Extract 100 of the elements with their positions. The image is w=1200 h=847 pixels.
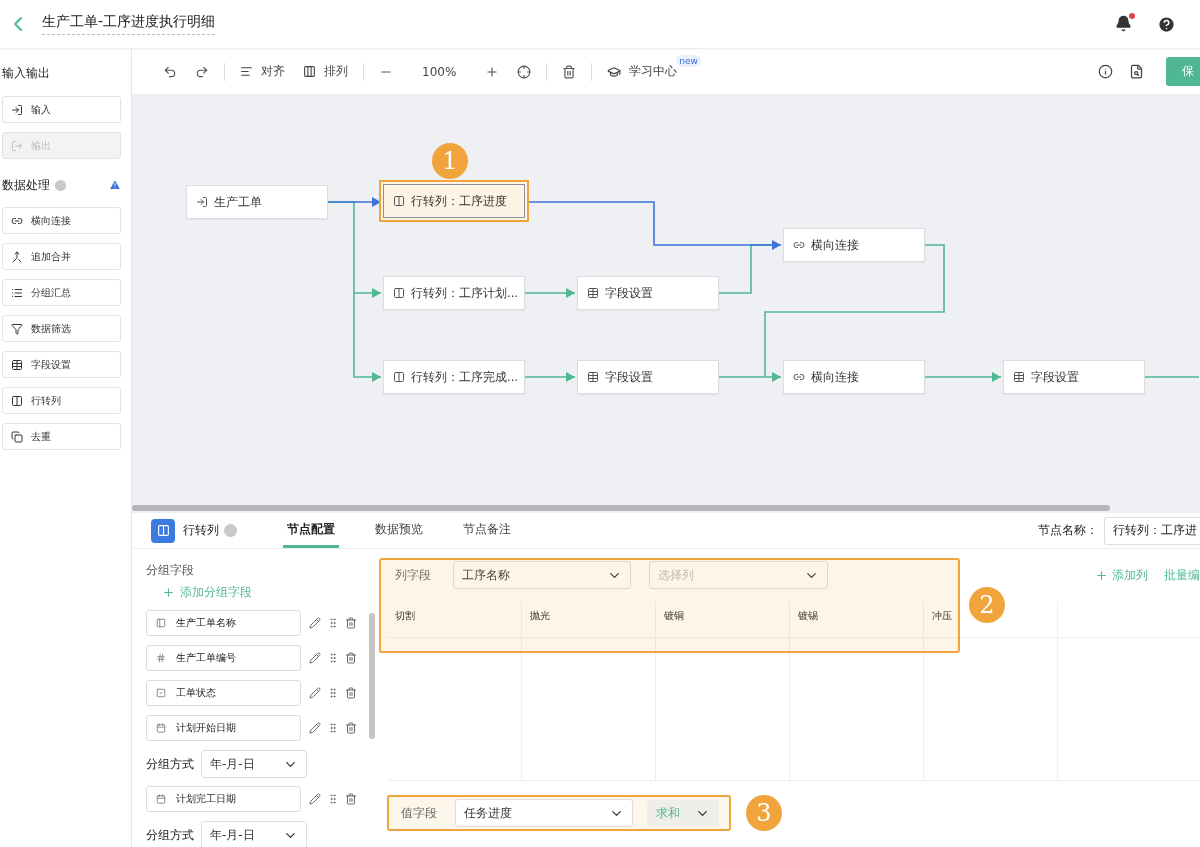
flow-node[interactable]: 字段设置 — [577, 276, 719, 310]
group-field[interactable]: 计划开始日期 — [146, 715, 301, 741]
node-type-item[interactable]: 去重 — [2, 423, 121, 450]
new-badge: new — [676, 55, 701, 67]
sign-in-icon — [11, 103, 23, 116]
group-fields-title: 分组字段 — [146, 562, 195, 579]
flow-node[interactable]: 生产工单 — [186, 185, 328, 219]
edit-icon[interactable] — [309, 617, 321, 629]
node-type-item[interactable]: 输入 — [2, 96, 121, 123]
edit-icon[interactable] — [309, 722, 321, 734]
tab[interactable]: 数据预览 — [371, 513, 427, 548]
node-type-item[interactable]: 字段设置 — [2, 351, 121, 378]
list-icon — [11, 286, 23, 299]
table-icon — [587, 287, 599, 299]
node-type-label: 行转列 — [183, 522, 219, 539]
group-field[interactable]: 计划完工日期 — [146, 786, 301, 812]
group-method-select[interactable]: 年-月-日 — [201, 750, 307, 778]
preview-icon[interactable] — [1129, 64, 1144, 79]
flow-node[interactable]: 字段设置 — [1003, 360, 1145, 394]
delete-icon[interactable] — [345, 652, 357, 664]
callout-number: 2 — [969, 587, 1005, 623]
column-header: 切割 — [387, 601, 521, 638]
group-method-label: 分组方式 — [146, 826, 194, 844]
tab[interactable]: 节点配置 — [283, 513, 339, 548]
flow-node[interactable]: 横向连接 — [783, 228, 925, 262]
scrollbar[interactable] — [369, 613, 375, 739]
link-icon — [793, 239, 805, 251]
delete-icon[interactable] — [345, 722, 357, 734]
columns-icon — [393, 195, 405, 207]
table-icon — [587, 371, 599, 383]
align-button[interactable]: 对齐 — [231, 57, 294, 86]
arrange-button[interactable]: 排列 — [294, 57, 357, 86]
bell-icon[interactable] — [1115, 15, 1133, 33]
plus-icon — [1095, 568, 1108, 582]
columns-icon — [393, 287, 405, 299]
column-header: 镀铜 — [655, 601, 789, 638]
drag-handle-icon[interactable] — [327, 793, 339, 805]
delete-icon[interactable] — [345, 617, 357, 629]
column-header: 抛光 — [521, 601, 655, 638]
section-title: 输入输出 — [2, 64, 50, 82]
edit-icon[interactable] — [309, 793, 321, 805]
callout-number: 3 — [746, 795, 782, 831]
delete-icon[interactable] — [562, 64, 577, 79]
drag-handle-icon[interactable] — [327, 722, 339, 734]
flow-node[interactable]: 横向连接 — [783, 360, 925, 394]
table-icon — [11, 358, 23, 371]
zoom-level: 100% — [421, 63, 458, 81]
group-method-select[interactable]: 年-月-日 — [201, 821, 307, 847]
checkbox-icon — [156, 688, 166, 698]
flow-node[interactable]: 字段设置 — [577, 360, 719, 394]
hash-icon — [156, 653, 166, 663]
node-type-item[interactable]: 数据筛选 — [2, 315, 121, 342]
connector-arrow — [524, 288, 576, 298]
zoom-in-icon[interactable] — [485, 64, 500, 79]
edit-icon[interactable] — [309, 687, 321, 699]
drag-handle-icon[interactable] — [327, 687, 339, 699]
group-field[interactable]: 工单状态 — [146, 680, 301, 706]
sign-in-icon — [196, 196, 208, 208]
column-field-label: 列字段 — [395, 566, 431, 584]
help-icon[interactable] — [1157, 14, 1176, 34]
value-field-select[interactable]: 任务进度 — [455, 799, 633, 827]
column-header: 镀锡 — [789, 601, 923, 638]
columns-icon — [11, 394, 23, 407]
calendar-icon — [156, 723, 166, 733]
drag-handle-icon[interactable] — [327, 652, 339, 664]
flow-node[interactable]: 行转列：工序计划... — [383, 276, 525, 310]
graduation-cap-icon — [607, 64, 622, 79]
scrollbar[interactable] — [132, 505, 1110, 511]
copy-icon — [11, 430, 23, 443]
section-title: 数据处理 — [2, 176, 50, 194]
node-type-item[interactable]: 追加合并 — [2, 243, 121, 270]
tab[interactable]: 节点备注 — [459, 513, 515, 548]
connector-arrow — [524, 372, 576, 382]
node-name-field[interactable]: 行转列：工序进 — [1104, 516, 1200, 545]
delete-icon[interactable] — [345, 793, 357, 805]
calendar-icon — [156, 794, 166, 804]
delete-icon[interactable] — [345, 687, 357, 699]
callout-number: 1 — [432, 143, 468, 179]
undo-icon[interactable] — [163, 64, 177, 79]
group-field[interactable]: 生产工单名称 — [146, 610, 301, 636]
drag-handle-icon[interactable] — [327, 617, 339, 629]
column-field-select[interactable]: 工序名称 — [453, 561, 631, 589]
panel-icon — [156, 618, 166, 628]
columns-icon — [151, 518, 175, 543]
edit-icon[interactable] — [309, 652, 321, 664]
node-type-item[interactable]: 行转列 — [2, 387, 121, 414]
table-icon — [1013, 371, 1025, 383]
redo-icon[interactable] — [195, 64, 209, 79]
group-field[interactable]: 生产工单编号 — [146, 645, 301, 671]
filter-icon — [11, 322, 23, 335]
info-icon[interactable] — [1098, 64, 1113, 79]
group-method-label: 分组方式 — [146, 755, 194, 773]
link-icon — [793, 371, 805, 383]
merge-icon — [11, 250, 23, 263]
node-type-item[interactable]: 横向连接 — [2, 207, 121, 234]
page-title[interactable]: 生产工单-工序进度执行明细 — [42, 13, 216, 35]
locate-icon[interactable] — [517, 64, 532, 79]
flow-node[interactable]: 行转列：工序完成... — [383, 360, 525, 394]
node-type-item[interactable]: 分组汇总 — [2, 279, 121, 306]
plus-icon — [162, 586, 175, 599]
